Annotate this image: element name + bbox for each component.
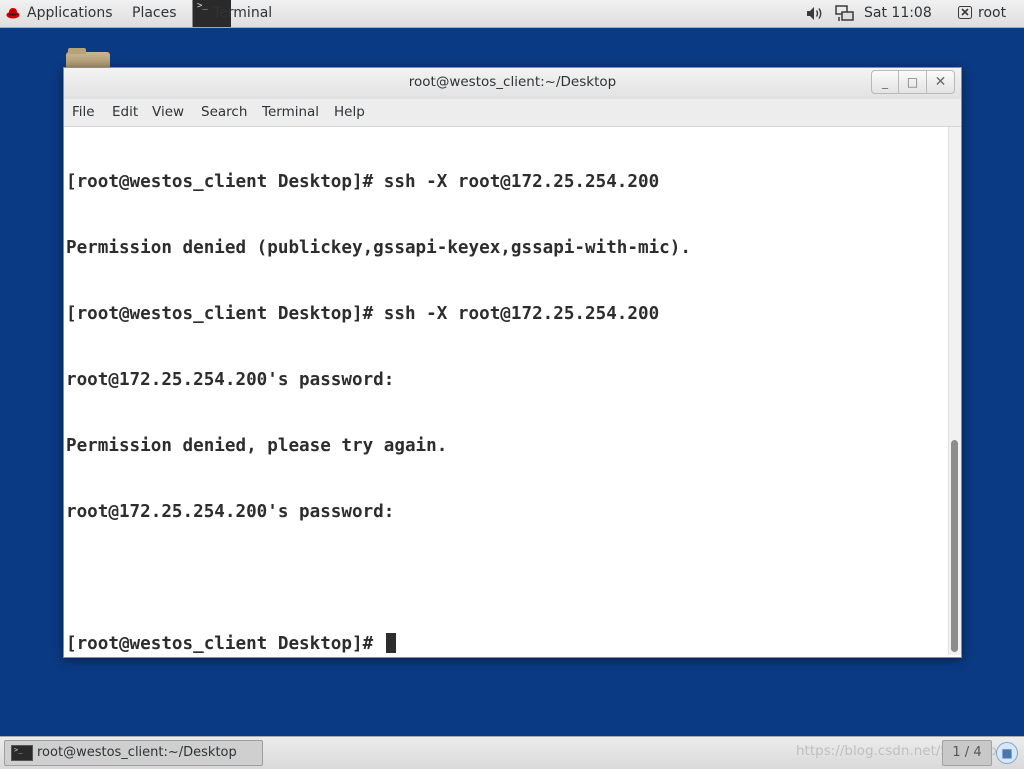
menu-edit[interactable]: Edit bbox=[112, 99, 138, 126]
menu-search[interactable]: Search bbox=[201, 99, 247, 126]
user-menu[interactable]: root bbox=[978, 0, 1006, 27]
terminal-window: root@westos_client:~/Desktop _ □ ✕ File … bbox=[63, 67, 962, 658]
message-tray-icon[interactable]: ■ bbox=[996, 742, 1018, 764]
terminal-output[interactable]: [root@westos_client Desktop]# ssh -X roo… bbox=[64, 127, 947, 655]
top-panel: Applications Places >_ Terminal Sat 11:0… bbox=[0, 0, 1024, 28]
window-title: root@westos_client:~/Desktop bbox=[408, 74, 617, 90]
taskbar-window-label: root@westos_client:~/Desktop bbox=[37, 745, 237, 760]
terminal-line: root@172.25.254.200's password: bbox=[66, 502, 395, 522]
maximize-icon[interactable]: □ bbox=[899, 70, 927, 94]
active-app-label[interactable]: Terminal bbox=[213, 0, 272, 27]
applications-menu[interactable]: Applications bbox=[27, 0, 113, 27]
terminal-line: Permission denied, please try again. bbox=[66, 436, 448, 456]
menu-view[interactable]: View bbox=[152, 99, 184, 126]
terminal-prompt: [root@westos_client Desktop]# bbox=[66, 634, 384, 654]
terminal-prompt-line: [root@westos_client Desktop]# bbox=[66, 633, 946, 655]
terminal-line: [root@westos_client Desktop]# ssh -X roo… bbox=[66, 172, 660, 192]
menu-terminal[interactable]: Terminal bbox=[262, 99, 319, 126]
menu-file[interactable]: File bbox=[72, 99, 95, 126]
text-cursor bbox=[385, 633, 396, 653]
workspace-indicator[interactable]: 1 / 4 bbox=[942, 740, 992, 766]
places-menu[interactable]: Places bbox=[132, 0, 177, 27]
terminal-line: Permission denied (publickey,gssapi-keye… bbox=[66, 238, 691, 258]
terminal-line: root@172.25.254.200's password: bbox=[66, 370, 395, 390]
network-icon[interactable] bbox=[835, 5, 854, 22]
window-titlebar[interactable]: root@westos_client:~/Desktop _ □ ✕ bbox=[64, 68, 961, 99]
close-icon[interactable]: ✕ bbox=[927, 70, 955, 94]
redhat-icon bbox=[6, 8, 20, 19]
terminal-line: [root@westos_client Desktop]# ssh -X roo… bbox=[66, 304, 660, 324]
minimize-icon[interactable]: _ bbox=[871, 70, 899, 94]
scrollbar[interactable] bbox=[948, 127, 961, 655]
menubar: File Edit View Search Terminal Help bbox=[64, 99, 961, 127]
menu-help[interactable]: Help bbox=[334, 99, 365, 126]
bottom-panel: >_ root@westos_client:~/Desktop https://… bbox=[0, 736, 1024, 769]
scrollbar-thumb[interactable] bbox=[951, 440, 958, 652]
clock[interactable]: Sat 11:08 bbox=[864, 0, 932, 27]
taskbar-window-button[interactable]: >_ root@westos_client:~/Desktop bbox=[4, 740, 263, 766]
terminal-icon: >_ bbox=[11, 745, 33, 761]
volume-icon[interactable] bbox=[806, 6, 824, 21]
user-icon bbox=[958, 6, 972, 19]
